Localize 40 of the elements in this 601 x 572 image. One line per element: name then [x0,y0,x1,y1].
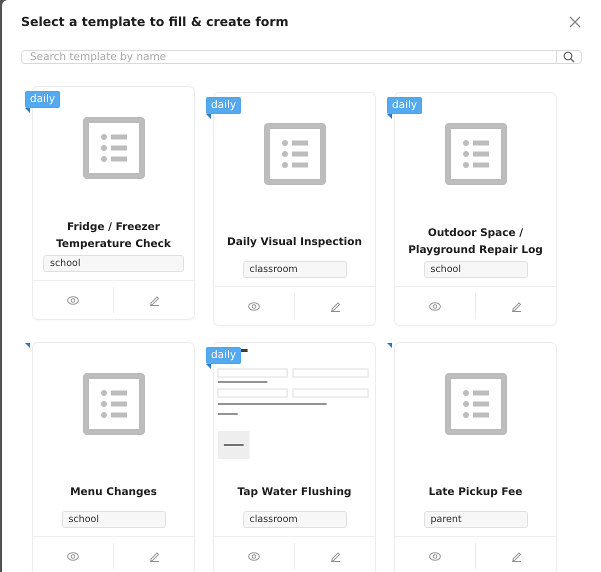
search-input[interactable]: Search template by name [22,51,556,63]
category-badge: daily [387,97,422,114]
dialog-title: Select a template to fill & create form [21,14,289,29]
pencil-icon [330,300,340,312]
search-field[interactable]: Search template by name [21,50,582,64]
category-badge: daily [206,347,242,364]
pencil-icon [510,300,522,312]
category-badge: daily [25,91,60,108]
list-icon [444,123,506,185]
pencil-icon [148,294,160,306]
pencil-icon [148,550,160,562]
search-icon [563,51,575,63]
template-card[interactable]: Menu Changes school [32,342,195,572]
template-title: Menu Changes [69,484,158,500]
tag-field: parent [424,511,528,528]
template-title: Daily Visual Inspection [226,234,363,250]
tag-field: classroom [242,511,346,528]
close-button[interactable] [568,14,582,28]
eye-icon [67,296,79,304]
tag-field: school [424,261,528,278]
eye-icon [248,302,260,310]
eye-icon [67,552,79,560]
tag-field: classroom [242,261,346,278]
list-icon [82,373,144,435]
tag-field: school [62,511,166,528]
template-title: Outdoor Space / Playground Repair Log [407,226,544,258]
pencil-icon [330,550,340,562]
template-card[interactable]: Late Pickup Fee parent [394,342,557,572]
list-icon [444,373,506,435]
category-badge: daily [206,97,242,114]
eye-icon [248,552,260,560]
list-icon [264,123,326,185]
eye-icon [429,552,441,560]
pencil-icon [510,550,522,562]
template-title: Late Pickup Fee [428,484,524,500]
tag-field: school [43,255,184,272]
template-title: Fridge / Freezer Temperature Check [55,220,172,252]
eye-icon [429,302,441,310]
template-title: Tap Water Flushing [236,484,352,500]
list-icon [82,117,144,179]
